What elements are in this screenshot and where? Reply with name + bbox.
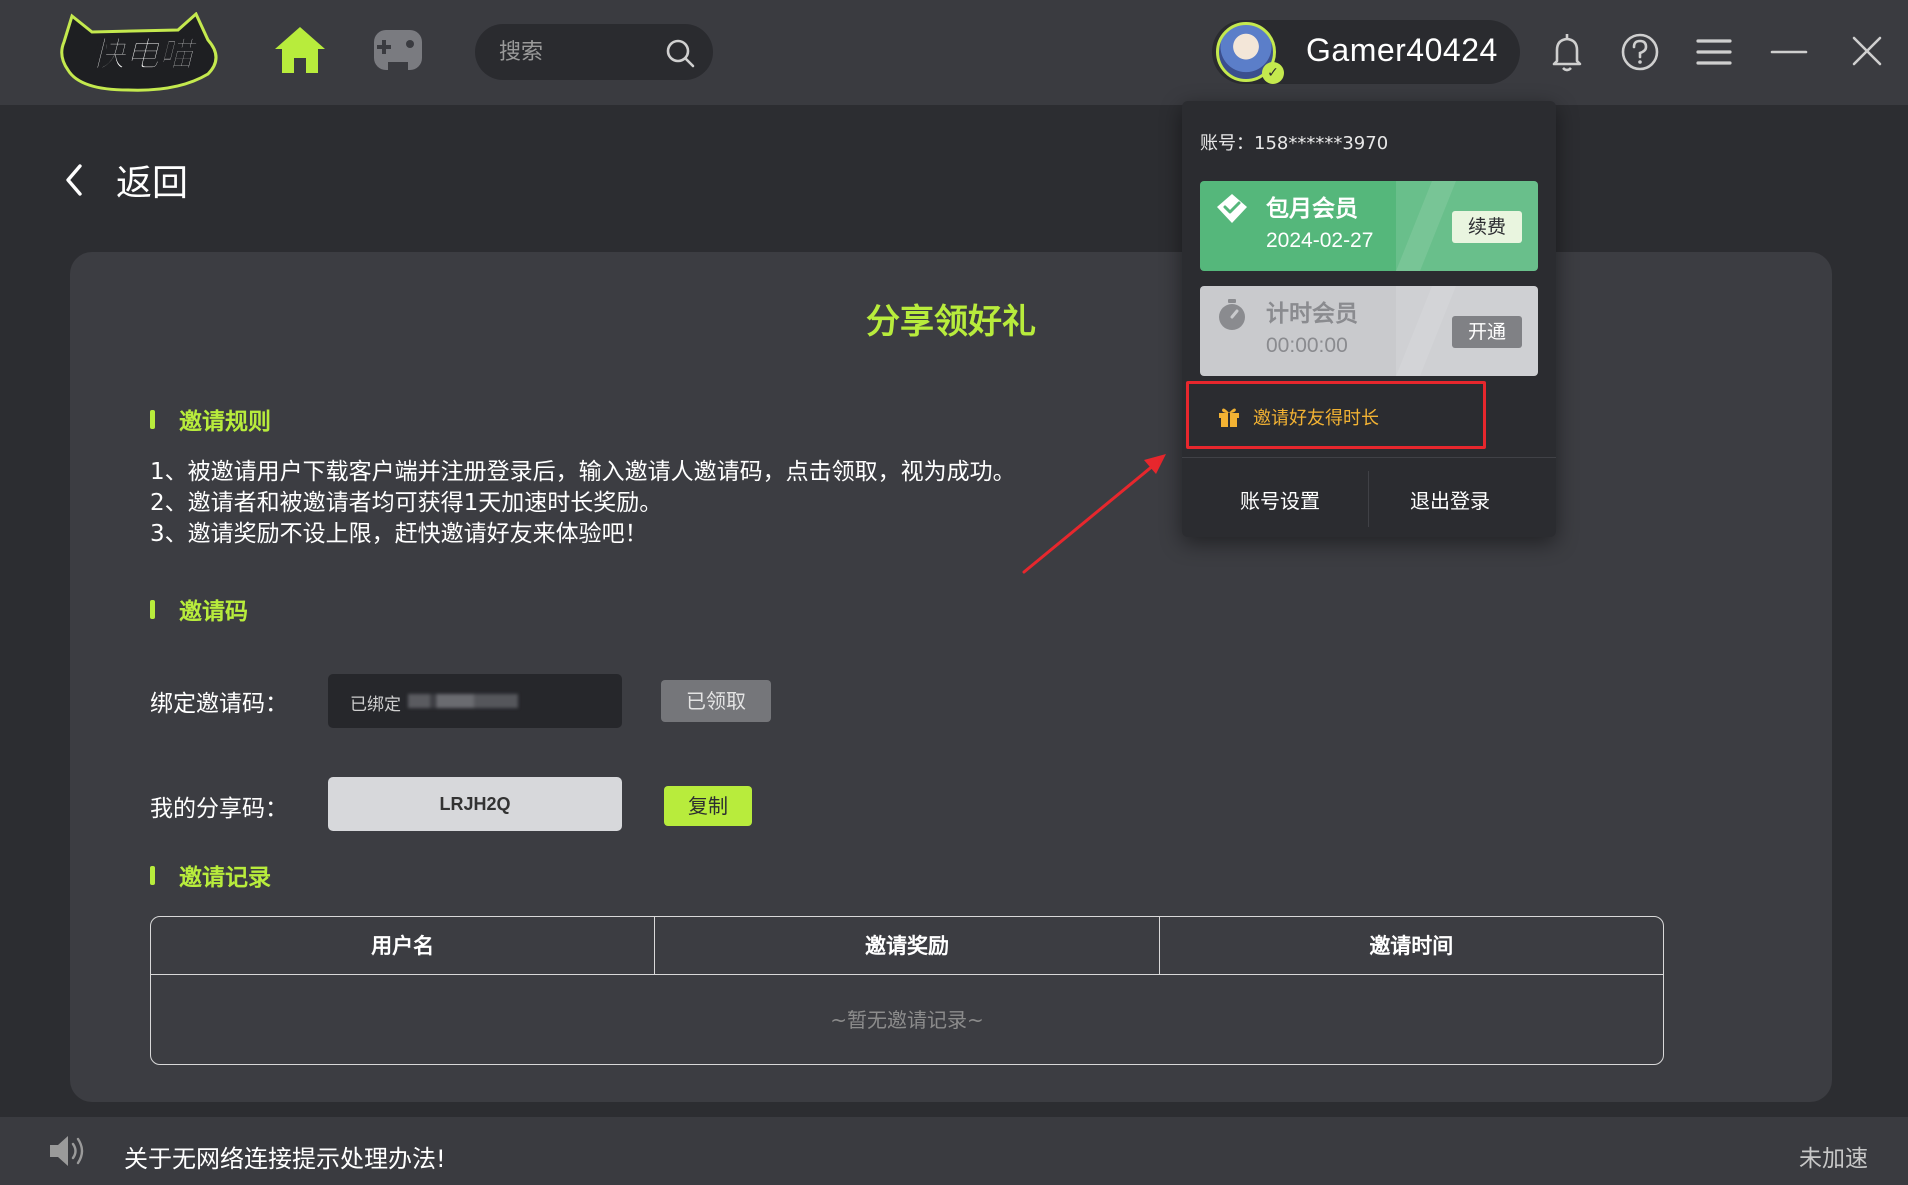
timed-membership-card[interactable]: 计时会员 00:00:00 开通	[1200, 286, 1538, 376]
minimize-icon[interactable]	[1768, 30, 1812, 74]
app-logo[interactable]: 快电喵	[58, 11, 226, 94]
logout-button[interactable]: 退出登录	[1410, 485, 1490, 514]
divider	[1182, 457, 1556, 458]
redacted-code	[408, 694, 518, 708]
share-code-field: LRJH2Q	[328, 777, 622, 831]
status-bar: 关于无网络连接提示处理办法! 未加速	[0, 1117, 1908, 1185]
column-username: 用户名	[151, 917, 656, 974]
bind-code-field: 已绑定	[328, 674, 622, 728]
gamepad-icon[interactable]	[372, 26, 424, 74]
rule-item: 3、邀请奖励不设上限，赶快邀请好友来体验吧！	[150, 521, 648, 547]
menu-icon[interactable]	[1692, 30, 1736, 74]
speaker-icon[interactable]	[48, 1133, 88, 1169]
share-code-label: 我的分享码：	[150, 796, 288, 822]
table-header: 用户名 邀请奖励 邀请时间	[151, 917, 1663, 975]
column-reward: 邀请奖励	[655, 917, 1160, 974]
rule-item: 1、被邀请用户下载客户端并注册登录后，输入邀请人邀请码，点击领取，视为成功。	[150, 459, 1016, 485]
verified-icon: ✓	[1262, 62, 1284, 84]
username[interactable]: Gamer40424	[1306, 32, 1498, 69]
title-bar: 快电喵 ✓ Gamer40424	[0, 0, 1908, 105]
help-icon[interactable]	[1618, 30, 1662, 74]
copy-button[interactable]: 复制	[664, 786, 752, 826]
account-number: 账号：158******3970	[1200, 133, 1389, 154]
monthly-expiry: 2024-02-27	[1266, 229, 1374, 252]
monthly-membership-card[interactable]: 包月会员 2024-02-27 续费	[1200, 181, 1538, 271]
logo-text: 快电喵	[91, 35, 199, 75]
bind-code-value: 已绑定	[350, 695, 401, 715]
timed-name: 计时会员	[1266, 301, 1358, 327]
divider	[1368, 471, 1369, 527]
gift-icon	[1219, 408, 1239, 427]
account-settings-button[interactable]: 账号设置	[1240, 485, 1320, 514]
code-heading: 邀请码	[150, 592, 248, 626]
acceleration-status: 未加速	[1799, 1146, 1868, 1172]
rules-list: 1、被邀请用户下载客户端并注册登录后，输入邀请人邀请码，点击领取，视为成功。 2…	[150, 457, 1016, 550]
stopwatch-icon	[1219, 299, 1245, 330]
rules-heading: 邀请规则	[150, 402, 271, 436]
close-icon[interactable]	[1846, 30, 1890, 74]
notice-link[interactable]: 关于无网络连接提示处理办法!	[124, 1139, 446, 1174]
search-icon[interactable]	[665, 38, 695, 68]
search-box[interactable]	[475, 24, 713, 80]
chevron-left-icon	[66, 164, 82, 196]
invite-label: 邀请好友得时长	[1253, 408, 1379, 429]
share-card: 分享领好礼 邀请规则 1、被邀请用户下载客户端并注册登录后，输入邀请人邀请码，点…	[70, 252, 1832, 1102]
claimed-button[interactable]: 已领取	[661, 680, 771, 722]
home-icon[interactable]	[272, 24, 328, 76]
records-heading: 邀请记录	[150, 858, 271, 892]
bell-icon[interactable]	[1545, 30, 1589, 74]
rule-item: 2、邀请者和被邀请者均可获得1天加速时长奖励。	[150, 490, 663, 516]
search-input[interactable]	[499, 36, 649, 68]
timed-remaining: 00:00:00	[1266, 334, 1348, 357]
bind-code-label: 绑定邀请码：	[150, 691, 288, 717]
invite-records-table: 用户名 邀请奖励 邀请时间 ~暂无邀请记录~	[150, 916, 1664, 1065]
column-time: 邀请时间	[1369, 934, 1454, 958]
back-label: 返回	[116, 163, 189, 204]
user-dropdown: 账号：158******3970 包月会员 2024-02-27 续费 计时会员…	[1182, 101, 1556, 537]
annotation-arrow	[1022, 454, 1166, 574]
page-title: 分享领好礼	[866, 302, 1036, 342]
diamond-icon	[1217, 194, 1247, 223]
back-button[interactable]: 返回	[62, 152, 188, 208]
activate-button[interactable]: 开通	[1452, 316, 1522, 348]
user-menu-trigger[interactable]: ✓ Gamer40424	[1212, 20, 1520, 84]
monthly-name: 包月会员	[1266, 196, 1358, 222]
renew-button[interactable]: 续费	[1452, 211, 1522, 243]
empty-records: ~暂无邀请记录~	[830, 1008, 984, 1032]
invite-friends-item[interactable]: 邀请好友得时长	[1186, 381, 1486, 449]
